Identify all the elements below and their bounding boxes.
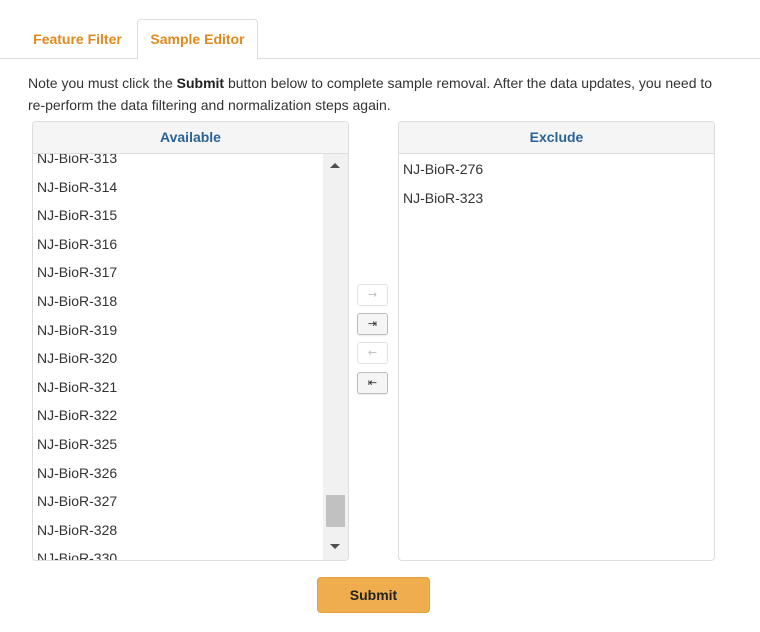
list-item[interactable]: NJ-BioR-314: [37, 173, 323, 202]
list-item[interactable]: NJ-BioR-325: [37, 430, 323, 459]
move-selected-right-button[interactable]: →: [357, 284, 388, 306]
scrollbar-thumb[interactable]: [326, 495, 345, 527]
available-title: Available: [33, 122, 348, 154]
list-item[interactable]: NJ-BioR-322: [37, 401, 323, 430]
move-all-left-button[interactable]: ⇤: [357, 372, 388, 394]
submit-button[interactable]: Submit: [317, 577, 430, 613]
exclude-panel: Exclude NJ-BioR-276 NJ-BioR-323: [398, 121, 715, 561]
list-item[interactable]: NJ-BioR-326: [37, 459, 323, 488]
list-item[interactable]: NJ-BioR-318: [37, 287, 323, 316]
tab-sample-editor[interactable]: Sample Editor: [137, 19, 258, 60]
list-item[interactable]: NJ-BioR-317: [37, 258, 323, 287]
list-item[interactable]: NJ-BioR-328: [37, 516, 323, 545]
arrow-bar-right-icon: ⇥: [367, 317, 378, 330]
list-item[interactable]: NJ-BioR-330: [37, 544, 323, 560]
scroll-up-button[interactable]: [323, 157, 348, 174]
available-items: NJ-BioR-313 NJ-BioR-314 NJ-BioR-315 NJ-BioR…: [37, 154, 323, 560]
move-all-right-button[interactable]: ⇥: [357, 313, 388, 335]
available-panel: Available NJ-BioR-313 NJ-BioR-314 NJ-BioR-…: [32, 121, 349, 561]
move-selected-left-button[interactable]: ←: [357, 342, 388, 364]
list-item[interactable]: NJ-BioR-315: [37, 201, 323, 230]
exclude-title: Exclude: [399, 122, 714, 154]
list-item[interactable]: NJ-BioR-276: [403, 155, 703, 184]
list-item[interactable]: NJ-BioR-321: [37, 373, 323, 402]
note-text-before: Note you must click the: [28, 75, 177, 91]
scroll-down-arrow-icon: [330, 544, 340, 549]
tab-bar: Feature Filter Sample Editor: [0, 0, 760, 60]
instruction-note: Note you must click the Submit button be…: [28, 72, 728, 116]
scroll-down-button[interactable]: [323, 538, 348, 555]
list-item[interactable]: NJ-BioR-316: [37, 230, 323, 259]
available-scrollbar[interactable]: [323, 154, 348, 560]
list-item[interactable]: NJ-BioR-319: [37, 316, 323, 345]
arrow-bar-left-icon: ⇤: [367, 376, 378, 389]
list-item[interactable]: NJ-BioR-320: [37, 344, 323, 373]
note-submit-emphasis: Submit: [176, 75, 225, 91]
exclude-items: NJ-BioR-276 NJ-BioR-323: [403, 155, 703, 213]
arrow-left-icon: ←: [367, 346, 378, 359]
exclude-list[interactable]: NJ-BioR-276 NJ-BioR-323: [399, 154, 714, 560]
arrow-right-icon: →: [367, 288, 378, 301]
scroll-up-arrow-icon: [330, 163, 340, 168]
list-item[interactable]: NJ-BioR-313: [37, 154, 323, 173]
list-item[interactable]: NJ-BioR-323: [403, 184, 703, 213]
available-list[interactable]: NJ-BioR-313 NJ-BioR-314 NJ-BioR-315 NJ-BioR…: [33, 154, 348, 560]
sample-editor-page: Feature Filter Sample Editor Note you mu…: [0, 0, 760, 632]
list-item[interactable]: NJ-BioR-327: [37, 487, 323, 516]
tab-feature-filter[interactable]: Feature Filter: [19, 19, 136, 59]
